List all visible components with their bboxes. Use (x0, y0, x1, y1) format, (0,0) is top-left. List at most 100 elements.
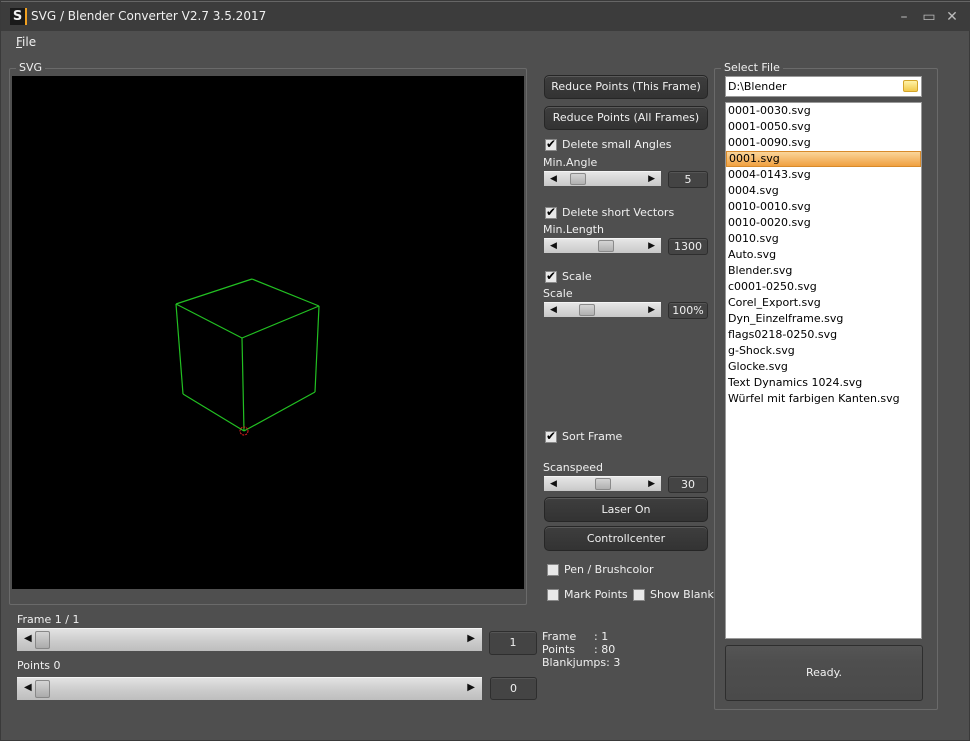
frame-slider-right-arrow-icon[interactable]: ▶ (467, 633, 475, 644)
file-list-item[interactable]: 0001-0090.svg (726, 135, 921, 151)
slider-left-arrow-icon[interactable]: ◀ (550, 172, 557, 186)
points-slider-thumb[interactable] (35, 680, 50, 698)
cube-edge (243, 391, 316, 432)
scale-box[interactable] (545, 269, 557, 283)
frame-value[interactable]: 1 (489, 631, 537, 655)
info-blankjumps-value: : 3 (606, 656, 621, 669)
file-list-item[interactable]: Dyn_Einzelframe.svg (726, 311, 921, 327)
min-angle-value[interactable]: 5 (668, 171, 708, 188)
file-list-item[interactable]: g-Shock.svg (726, 343, 921, 359)
info-frame-value: : 1 (594, 630, 609, 643)
points-value[interactable]: 0 (490, 677, 537, 700)
points-slider-left-arrow-icon[interactable]: ◀ (24, 682, 32, 693)
scale-slider[interactable]: ◀ ▶ (544, 302, 661, 317)
info-blankjumps-key: Blankjumps (542, 656, 607, 669)
frame-slider-thumb[interactable] (35, 631, 50, 649)
slider-right-arrow-icon[interactable]: ▶ (648, 172, 655, 186)
delete-short-vectors-checkbox[interactable]: Delete short Vectors (545, 205, 675, 219)
file-list-item[interactable]: 0010-0010.svg (726, 199, 921, 215)
scale-value[interactable]: 100% (668, 302, 708, 319)
scanspeed-value[interactable]: 30 (668, 476, 708, 493)
app-logo-icon: S (10, 8, 27, 25)
mark-points-label: Mark Points (564, 588, 628, 601)
cube-edge (251, 278, 320, 307)
file-list-item[interactable]: 0010-0020.svg (726, 215, 921, 231)
laser-on-button[interactable]: Laser On (544, 497, 708, 522)
scanspeed-slider[interactable]: ◀ ▶ (544, 476, 661, 491)
menu-file[interactable]: File (16, 35, 36, 49)
slider-thumb[interactable] (594, 478, 611, 490)
file-list-item[interactable]: Würfel mit farbigen Kanten.svg (726, 391, 921, 407)
delete-small-angles-checkbox[interactable]: Delete small Angles (545, 137, 671, 151)
info-points-row: Points: 80 (542, 643, 620, 656)
show-blank-checkbox[interactable]: Show Blank (633, 588, 714, 601)
folder-open-icon[interactable] (903, 80, 918, 92)
slider-right-arrow-icon[interactable]: ▶ (648, 477, 655, 491)
close-button[interactable]: ✕ (942, 8, 962, 26)
sort-frame-label: Sort Frame (562, 430, 623, 443)
mark-points-box[interactable] (547, 588, 559, 601)
slider-left-arrow-icon[interactable]: ◀ (550, 477, 557, 491)
file-list-item[interactable]: Blender.svg (726, 263, 921, 279)
file-list-item[interactable]: Auto.svg (726, 247, 921, 263)
scanspeed-label: Scanspeed (543, 461, 603, 474)
cube-edge (241, 337, 245, 432)
mark-points-checkbox[interactable]: Mark Points (547, 588, 628, 601)
delete-short-vectors-label: Delete short Vectors (562, 206, 675, 219)
cube-drawing (175, 278, 320, 436)
delete-short-vectors-box[interactable] (545, 205, 557, 219)
min-angle-label: Min.Angle (543, 156, 598, 169)
path-input[interactable]: D:\Blender (725, 76, 922, 97)
show-blank-box[interactable] (633, 588, 645, 601)
file-list-item[interactable]: 0001.svg (726, 151, 921, 167)
maximize-button[interactable]: ▭ (919, 8, 939, 26)
file-list[interactable]: 0001-0030.svg 0001-0050.svg 0001-0090.svg 0… (725, 102, 922, 639)
reduce-points-this-frame-button[interactable]: Reduce Points (This Frame) (544, 75, 708, 99)
file-list-item[interactable]: 0004-0143.svg (726, 167, 921, 183)
min-length-value[interactable]: 1300 (668, 238, 708, 255)
reduce-points-all-frames-button[interactable]: Reduce Points (All Frames) (544, 106, 708, 130)
menu-file-label: ile (22, 35, 37, 49)
file-list-item[interactable]: 0004.svg (726, 183, 921, 199)
slider-thumb[interactable] (597, 240, 614, 252)
min-angle-slider[interactable]: ◀ ▶ (544, 171, 661, 186)
pen-brushcolor-checkbox[interactable]: Pen / Brushcolor (547, 563, 654, 576)
slider-right-arrow-icon[interactable]: ▶ (648, 239, 655, 253)
controllcenter-button[interactable]: Controllcenter (544, 526, 708, 551)
frame-slider[interactable]: ◀ ▶ (17, 628, 482, 651)
points-slider-right-arrow-icon[interactable]: ▶ (467, 682, 475, 693)
cube-edge (241, 305, 320, 339)
cube-edge (314, 305, 320, 393)
slider-left-arrow-icon[interactable]: ◀ (550, 303, 557, 317)
file-list-item[interactable]: c0001-0250.svg (726, 279, 921, 295)
cube-edge (175, 303, 243, 339)
frame-slider-left-arrow-icon[interactable]: ◀ (24, 633, 32, 644)
pen-brushcolor-box[interactable] (547, 563, 559, 576)
slider-thumb[interactable] (570, 173, 587, 185)
file-list-item[interactable]: 0001-0050.svg (726, 119, 921, 135)
file-list-item[interactable]: Text Dynamics 1024.svg (726, 375, 921, 391)
file-list-item[interactable]: 0010.svg (726, 231, 921, 247)
status-panel: Ready. (725, 645, 923, 701)
file-list-item[interactable]: flags0218-0250.svg (726, 327, 921, 343)
slider-right-arrow-icon[interactable]: ▶ (648, 303, 655, 317)
slider-left-arrow-icon[interactable]: ◀ (550, 239, 557, 253)
file-list-item[interactable]: Glocke.svg (726, 359, 921, 375)
scale-checkbox[interactable]: Scale (545, 269, 592, 283)
title-bar[interactable]: S SVG / Blender Converter V2.7 3.5.2017 … (1, 1, 970, 31)
file-list-item[interactable]: Corel_Export.svg (726, 295, 921, 311)
min-length-label: Min.Length (543, 223, 604, 236)
delete-small-angles-box[interactable] (545, 137, 557, 151)
sort-frame-checkbox[interactable]: Sort Frame (545, 429, 623, 443)
sort-frame-box[interactable] (545, 429, 557, 443)
file-list-item[interactable]: 0001-0030.svg (726, 103, 921, 119)
frame-label: Frame 1 / 1 (17, 613, 80, 626)
svg-group-label: SVG (16, 61, 46, 74)
minimize-button[interactable]: – (894, 8, 914, 26)
svg-preview-canvas[interactable] (12, 76, 524, 589)
points-slider[interactable]: ◀ ▶ (17, 677, 482, 700)
slider-thumb[interactable] (579, 304, 596, 316)
info-blankjumps-row: Blankjumps: 3 (542, 656, 620, 669)
info-frame-row: Frame: 1 (542, 630, 620, 643)
min-length-slider[interactable]: ◀ ▶ (544, 238, 661, 253)
